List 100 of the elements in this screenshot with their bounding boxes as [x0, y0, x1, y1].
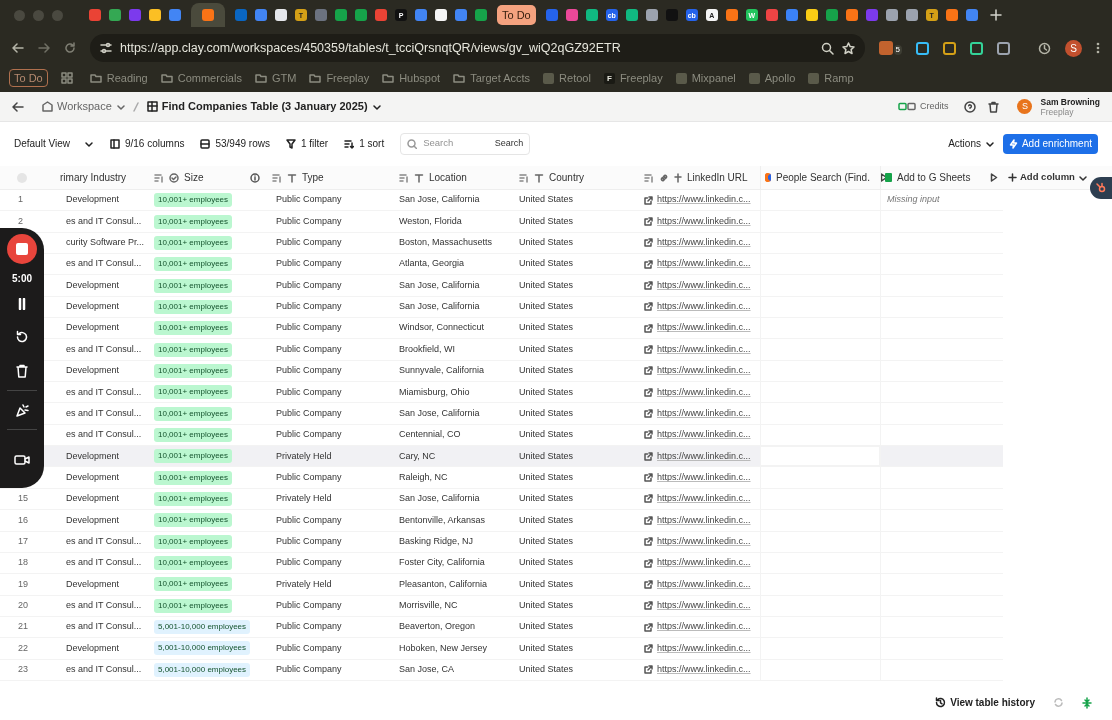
table-cell-text: es and IT Consul...: [66, 534, 142, 548]
table-cell-text: Public Company: [275, 406, 342, 420]
row-number: 15: [18, 493, 28, 504]
size-tag: 10,001+ employees: [154, 385, 233, 400]
table-cell-text: San Jose, CA: [399, 663, 455, 676]
table-cell: San Jose, California: [399, 193, 480, 207]
size-tag: 10,001+ employees: [154, 492, 233, 506]
bookmark-favicon: F: [603, 72, 615, 84]
table-cell-text: Raleigh, NC: [399, 470, 448, 484]
table-cell: San Jose, California: [399, 300, 480, 314]
table-cell-text: es and IT Consul...: [66, 598, 142, 612]
table-cell-text: Pleasanton, California: [399, 577, 488, 591]
table-cell: Development: [66, 300, 120, 314]
size-tag: 5,001-10,000 employees: [154, 641, 251, 656]
table-cell: United States: [519, 257, 574, 271]
user-name: Sam Browning: [1040, 96, 1100, 107]
size-tag: 10,001+ employees: [154, 193, 233, 208]
table-cell-text: Missing input: [886, 193, 940, 207]
table-cell-text: United States: [519, 406, 574, 420]
table-cell-text: Public Company: [275, 321, 342, 335]
table-cell-text: United States: [519, 598, 574, 612]
table-cell: Atlanta, Georgia: [399, 257, 465, 271]
table-cell-text: United States: [519, 214, 574, 228]
table-cell-text: United States: [519, 641, 574, 655]
table-cell-text: Public Company: [275, 513, 342, 527]
size-tag: 10,001+ employees: [154, 214, 233, 229]
row-number: 23: [18, 664, 28, 674]
table-cell-text: es and IT Consul...: [66, 342, 142, 356]
table-cell-text: Basking Ridge, NJ: [399, 534, 474, 548]
table-cell: es and IT Consul...: [66, 385, 142, 399]
table-cell: Development: [66, 321, 120, 335]
size-tag: 10,001+ employees: [154, 278, 233, 293]
table-cell-text: United States: [519, 342, 574, 356]
size-tag: 10,001+ employees: [154, 577, 233, 592]
row-number: 16: [18, 514, 28, 525]
size-tag: 10,001+ employees: [154, 363, 233, 378]
table-cell-text: Development: [66, 641, 120, 655]
table-cell-text: San Jose, California: [399, 278, 480, 292]
table-cell-text: Morrisville, NC: [399, 598, 458, 612]
table-cell: United States: [519, 236, 574, 250]
url-text: https://app.clay.com/workspaces/450359/tables/t_tcciQrsnqtQR/views/gv_wiQ2qGZ92ETR: [120, 39, 622, 57]
table-cell: United States: [519, 364, 574, 378]
table-cell: Centennial, CO: [399, 428, 461, 442]
table-cell: Windsor, Connecticut: [399, 321, 485, 335]
size-tag: 10,001+ employees: [154, 556, 233, 570]
table-cell-text: Public Company: [275, 641, 342, 655]
table-cell: San Jose, California: [399, 492, 480, 506]
table-cell-text: Development: [66, 470, 120, 484]
size-tag: 10,001+ employees: [154, 342, 233, 357]
table-cell: Beaverton, Oregon: [399, 620, 476, 634]
table-cell-text: es and IT Consul...: [66, 663, 142, 676]
row-number: 2: [18, 215, 23, 226]
size-tag: 10,001+ employees: [154, 406, 233, 421]
table-cell-text: United States: [519, 278, 574, 292]
table-cell-text: Development: [66, 449, 120, 463]
user-organization: Freeplay: [1040, 106, 1074, 117]
size-tag: 10,001+ employees: [154, 534, 233, 549]
table-cell: es and IT Consul...: [66, 257, 142, 271]
table-cell-text: Privately Held: [275, 577, 332, 591]
table-cell-text: Development: [66, 513, 120, 527]
size-tag: 10,001+ employees: [154, 235, 233, 250]
table-cell: Boston, Massachusetts: [399, 236, 493, 250]
table-cell-text: Hoboken, New Jersey: [399, 641, 488, 655]
table-cell: Development: [66, 364, 120, 378]
table-cell-text: Development: [66, 278, 120, 292]
size-tag: 10,001+ employees: [154, 257, 233, 272]
size-tag: 10,001+ employees: [154, 470, 233, 485]
table-cell: United States: [519, 492, 574, 506]
row-number: 21: [18, 621, 28, 632]
table-cell: Foster City, California: [399, 556, 485, 570]
table-cell: es and IT Consul...: [66, 428, 142, 442]
table-cell-text: San Jose, California: [399, 406, 480, 420]
table-cell-text: Privately Held: [275, 492, 332, 506]
table-cell-text: Public Company: [275, 257, 342, 271]
table-cell-text: Public Company: [275, 278, 342, 292]
table-cell-text: Public Company: [275, 385, 342, 399]
table-cell-text: United States: [519, 534, 574, 548]
size-tag: 10,001+ employees: [154, 299, 233, 314]
table-cell-text: Public Company: [275, 470, 342, 484]
row-number: 1: [18, 194, 23, 205]
size-tag: 5,001-10,000 employees: [154, 662, 251, 677]
table-cell-text: Development: [66, 577, 120, 591]
table-cell: United States: [519, 620, 574, 634]
table-cell: Miamisburg, Ohio: [399, 385, 470, 399]
row-number: 19: [18, 578, 28, 589]
table-cell-text: United States: [519, 449, 574, 463]
size-tag: 10,001+ employees: [154, 598, 233, 613]
table-cell-text: Public Company: [275, 364, 342, 378]
size-tag: 5,001-10,000 employees: [154, 620, 251, 635]
table-cell-text: es and IT Consul...: [66, 406, 142, 420]
table-cell-text: Public Company: [275, 193, 342, 207]
table-cell-text: United States: [519, 513, 574, 527]
row-number: 22: [18, 642, 28, 653]
table-cell-text: Public Company: [275, 534, 342, 548]
table-cell-text: United States: [519, 577, 574, 591]
size-tag: 10,001+ employees: [154, 427, 233, 442]
table-cell: es and IT Consul...: [66, 620, 142, 634]
row-number: 20: [18, 599, 28, 610]
table-cell-text: Public Company: [275, 598, 342, 612]
table-cell: United States: [519, 300, 574, 314]
